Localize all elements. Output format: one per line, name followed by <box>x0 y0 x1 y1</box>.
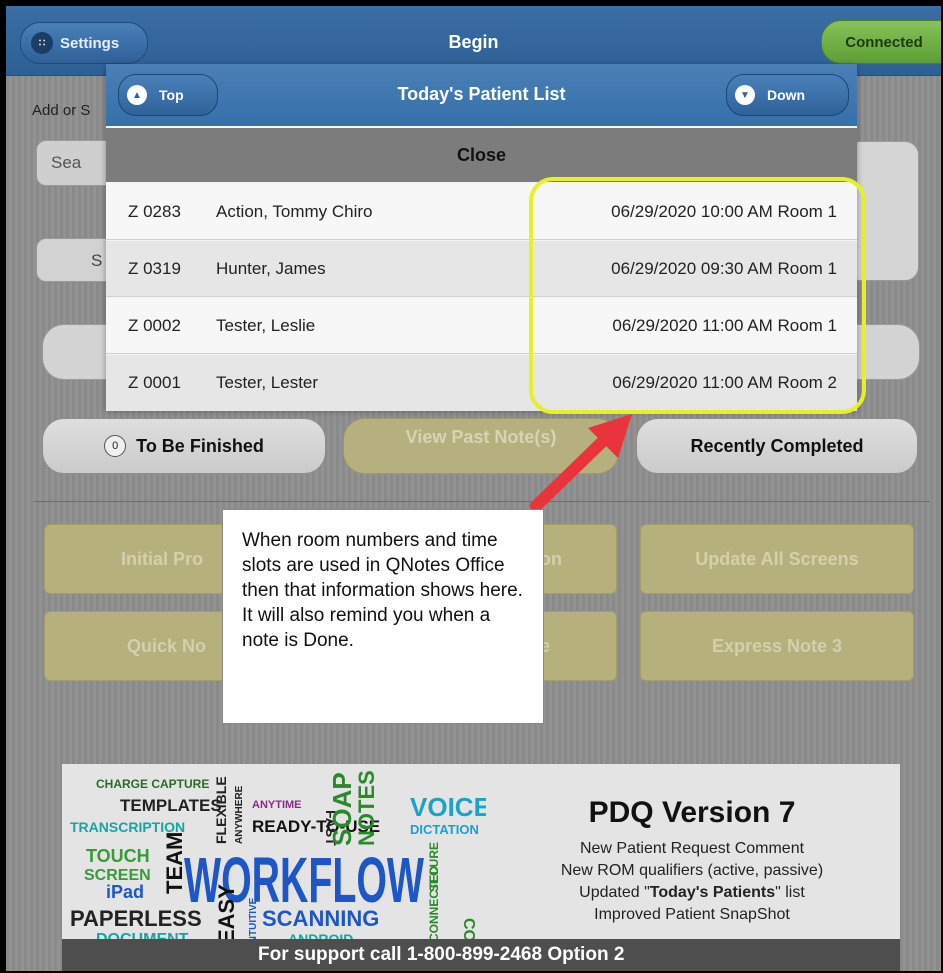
highlight-outline <box>529 177 866 414</box>
word-soap: SOAP <box>327 772 357 846</box>
pdq-feature-list: New Patient Request Comment New ROM qual… <box>512 838 872 926</box>
close-button[interactable]: Close <box>106 128 857 182</box>
down-button[interactable]: ▼ Down <box>726 74 849 116</box>
support-phone-bar: For support call 1-800-899-2468 Option 2 <box>62 939 900 971</box>
word-voice: VOICE <box>410 792 486 822</box>
patient-name: Hunter, James <box>216 259 326 278</box>
word-ipad: iPad <box>106 882 144 902</box>
word-easy: EASY <box>214 884 239 944</box>
word-charge-capture: CHARGE CAPTURE <box>96 777 209 791</box>
word-anytime: ANYTIME <box>252 799 302 811</box>
patient-code: Z 0001 <box>128 373 181 392</box>
feature-line: New Patient Request Comment <box>579 840 805 857</box>
word-notes: NOTES <box>354 770 379 846</box>
recently-completed-button[interactable]: Recently Completed <box>636 418 918 474</box>
word-dictation: DICTATION <box>410 822 479 837</box>
feature-text: Updated " <box>579 884 650 901</box>
update-all-screens-button[interactable]: Update All Screens <box>640 524 914 594</box>
page-title: Begin <box>448 32 499 52</box>
to-be-finished-button[interactable]: 0 To Be Finished <box>42 418 326 474</box>
add-or-search-label: Add or S <box>32 102 91 119</box>
word-flexible: FLEXIBLE <box>213 776 229 844</box>
dialog-header: ▲ Top Today's Patient List ▼ Down <box>106 64 857 126</box>
feature-bold-text: Today's Patients <box>649 884 776 901</box>
feature-line: Improved Patient SnapShot <box>594 906 790 923</box>
express-note-3-button[interactable]: Express Note 3 <box>640 611 914 681</box>
word-connected: CONNECTED <box>427 866 441 942</box>
patient-name: Action, Tommy Chiro <box>216 202 373 221</box>
down-label: Down <box>767 87 806 103</box>
word-touch: TOUCH <box>86 846 150 866</box>
callout-note: When room numbers and time slots are use… <box>222 509 544 724</box>
word-paperless: PAPERLESS <box>70 906 202 931</box>
feature-line: New ROM qualifiers (active, passive) <box>560 862 824 879</box>
patient-code: Z 0002 <box>128 316 181 335</box>
pdq-version-title: PDQ Version 7 <box>588 796 796 829</box>
to-be-finished-label: To Be Finished <box>136 435 264 456</box>
pdq-banner: CHARGE CAPTURE TEMPLATES TRANSCRIPTION F… <box>62 764 900 971</box>
word-templates: TEMPLATES <box>120 796 222 815</box>
section-divider <box>34 501 930 502</box>
patient-code: Z 0283 <box>128 202 181 221</box>
app-window: ∷ Settings Begin Connected Add or S Sea … <box>6 6 941 971</box>
patient-code: Z 0319 <box>128 259 181 278</box>
annotation-arrow-icon <box>530 414 632 512</box>
patient-name: Tester, Lester <box>216 373 319 392</box>
chevron-down-icon: ▼ <box>735 85 755 105</box>
feature-text: " list <box>775 884 805 901</box>
patient-name: Tester, Leslie <box>216 316 316 335</box>
feature-line: Updated "Today's Patients" list <box>512 882 872 904</box>
word-anywhere: ANYWHERE <box>234 785 245 844</box>
word-scanning: SCANNING <box>262 906 379 931</box>
count-badge: 0 <box>104 435 127 457</box>
connected-status-button[interactable]: Connected <box>821 20 941 64</box>
workflow-word-cloud: CHARGE CAPTURE TEMPLATES TRANSCRIPTION F… <box>70 770 486 946</box>
